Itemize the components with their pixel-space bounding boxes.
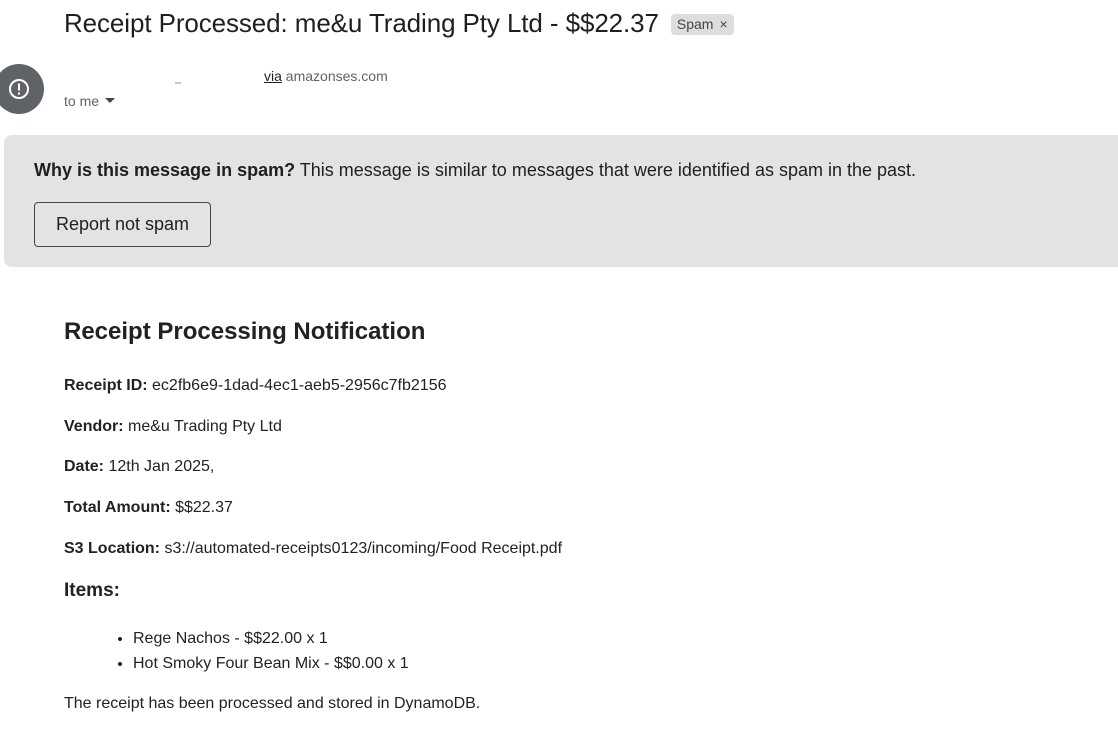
field-label: Date: <box>64 458 105 475</box>
recipient-label: to me <box>64 93 100 109</box>
date-field: Date: 12th Jan 2025, <box>64 458 214 476</box>
field-value: 12th Jan 2025, <box>104 458 215 475</box>
vendor-field: Vendor: me&u Trading Pty Ltd <box>64 418 282 436</box>
recipient-details-toggle[interactable]: to me <box>64 93 116 109</box>
caret-down-icon <box>105 98 116 103</box>
s3-location-field: S3 Location: s3://automated-receipts0123… <box>64 540 562 558</box>
total-amount-field: Total Amount: $$22.37 <box>64 499 233 517</box>
items-list: Rege Nachos - $$22.00 x 1 Hot Smoky Four… <box>64 628 409 678</box>
sender-via: via amazonses.com <box>264 68 388 84</box>
list-item: Hot Smoky Four Bean Mix - $$0.00 x 1 <box>133 653 409 678</box>
field-label: Receipt ID: <box>64 377 148 394</box>
spam-reason: This message is similar to messages that… <box>295 160 917 180</box>
report-not-spam-button[interactable]: Report not spam <box>34 202 211 247</box>
redacted-sender-name <box>175 82 181 84</box>
list-item: Rege Nachos - $$22.00 x 1 <box>133 628 409 653</box>
field-label: Total Amount: <box>64 499 171 516</box>
email-subject-text: Receipt Processed: me&u Trading Pty Ltd … <box>64 7 659 38</box>
spam-warning-icon <box>9 79 29 99</box>
field-value: s3://automated-receipts0123/incoming/Foo… <box>160 540 563 557</box>
email-body: Receipt Processing Notification Receipt … <box>64 318 1064 712</box>
spam-label-chip[interactable]: Spam × <box>670 13 734 35</box>
items-heading: Items: <box>64 580 120 601</box>
spam-warning-banner: Why is this message in spam? This messag… <box>4 135 1118 267</box>
sender-avatar[interactable] <box>0 64 44 114</box>
field-label: S3 Location: <box>64 540 161 557</box>
processing-note: The receipt has been processed and store… <box>64 695 481 712</box>
receipt-heading: Receipt Processing Notification <box>64 318 426 345</box>
spam-label-text: Spam <box>676 15 714 32</box>
receipt-id-field: Receipt ID: ec2fb6e9-1dad-4ec1-aeb5-2956… <box>64 377 446 395</box>
field-value: $$22.37 <box>170 499 233 516</box>
via-domain: amazonses.com <box>281 68 388 84</box>
spam-explanation: Why is this message in spam? This messag… <box>34 160 916 181</box>
remove-label-button[interactable]: × <box>719 16 727 32</box>
field-value: ec2fb6e9-1dad-4ec1-aeb5-2956c7fb2156 <box>147 377 447 394</box>
field-label: Vendor: <box>64 418 124 435</box>
via-link[interactable]: via <box>264 68 282 84</box>
email-subject: Receipt Processed: me&u Trading Pty Ltd … <box>64 6 734 40</box>
field-value: me&u Trading Pty Ltd <box>123 418 282 435</box>
spam-question: Why is this message in spam? <box>34 160 296 180</box>
